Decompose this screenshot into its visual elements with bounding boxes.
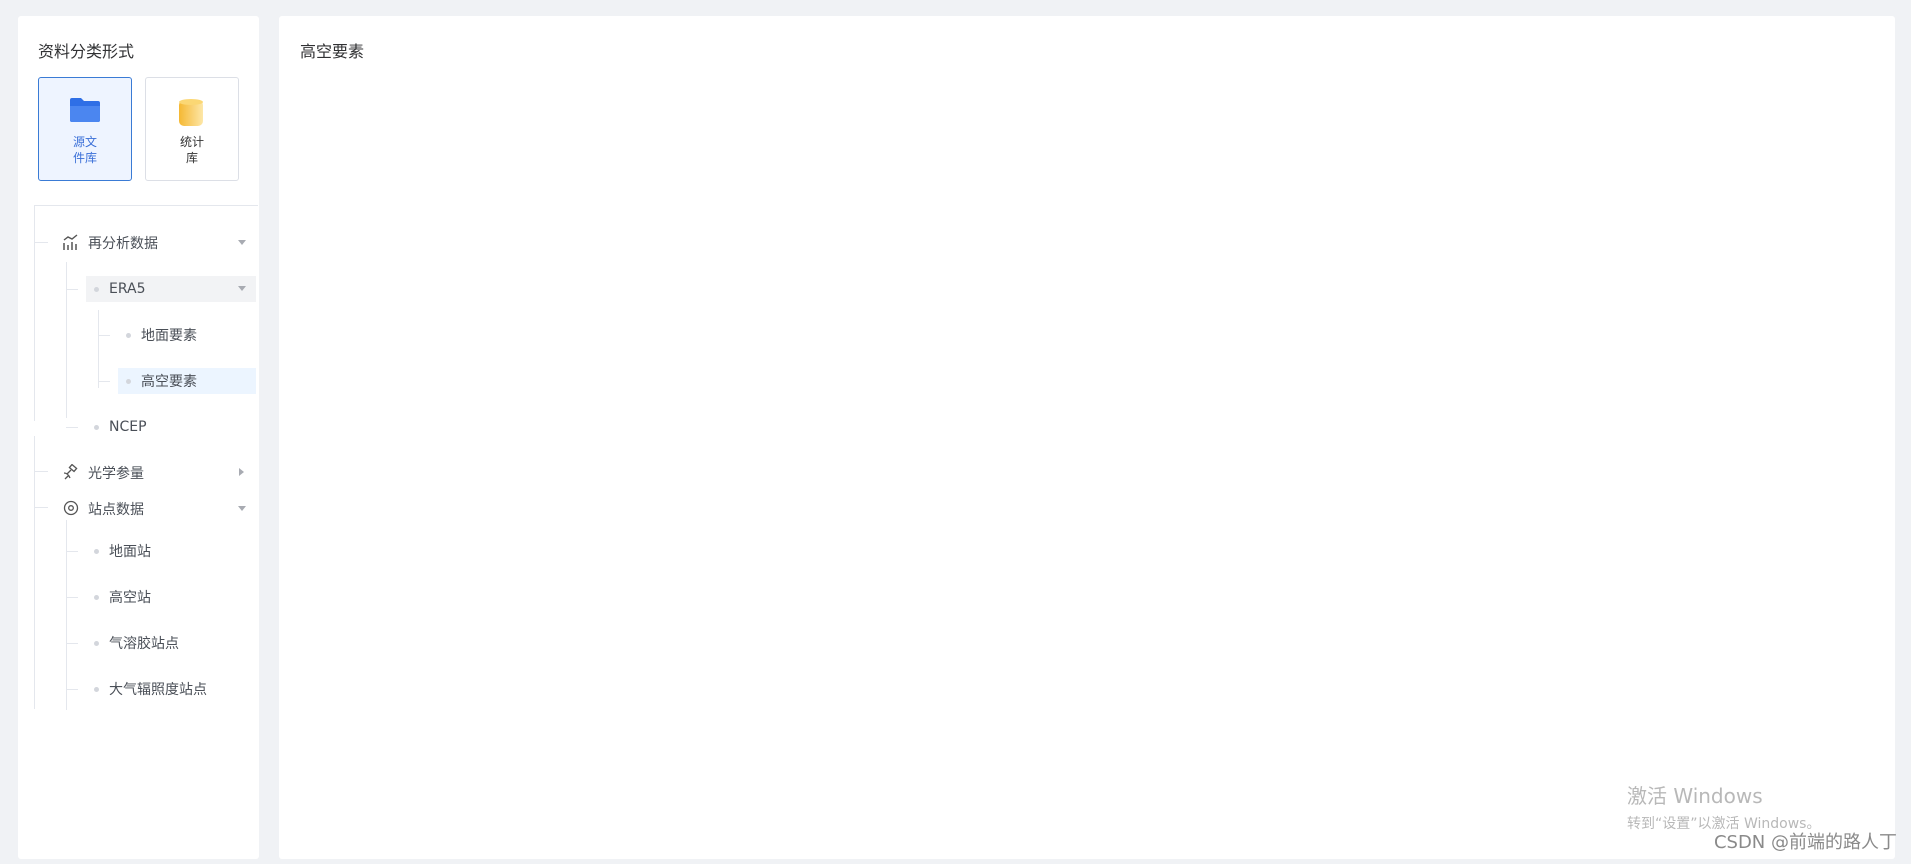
statistics-library-label: 统计 库 xyxy=(179,135,204,165)
tree-node-optical-parameters[interactable]: 光学参量 xyxy=(62,460,256,486)
tree-branch-line xyxy=(98,381,110,382)
sidebar: 资料分类形式 源文 件库 统计 库 再分析数据 ERA5 地面要素 高空要素 N… xyxy=(18,16,259,859)
sidebar-divider xyxy=(34,205,258,206)
tree-node-label: 再分析数据 xyxy=(88,236,158,252)
windows-activation-watermark: 激活 Windows 转到“设置”以激活 Windows。 xyxy=(1627,780,1820,833)
tree-node-label: 高空站 xyxy=(109,590,151,606)
tree-node-reanalysis[interactable]: 再分析数据 xyxy=(62,230,256,256)
tree-branch-line xyxy=(34,507,48,508)
tree-node-upper-air-elements[interactable]: 高空要素 xyxy=(118,368,256,394)
tree-node-label: ERA5 xyxy=(109,281,146,297)
dot-icon xyxy=(94,424,99,430)
tree-guide-line xyxy=(66,262,67,418)
caret-down-icon[interactable] xyxy=(238,286,246,291)
tree-branch-line xyxy=(66,597,78,598)
tree-node-label: 地面要素 xyxy=(141,328,197,344)
tree-node-ground-station[interactable]: 地面站 xyxy=(86,538,256,564)
sidebar-title: 资料分类形式 xyxy=(38,42,135,61)
tree-node-era5[interactable]: ERA5 xyxy=(86,276,256,302)
tree-node-station-data[interactable]: 站点数据 xyxy=(62,496,256,522)
tree-branch-line xyxy=(66,551,78,552)
dot-icon xyxy=(126,332,131,338)
tree-branch-line xyxy=(98,335,110,336)
tree-node-label: 气溶胶站点 xyxy=(109,636,179,652)
tree-node-label: NCEP xyxy=(109,419,147,435)
tree-node-label: 站点数据 xyxy=(88,502,144,518)
tree-branch-line xyxy=(34,471,48,472)
tree-guide-line xyxy=(98,310,99,388)
tree-guide-line xyxy=(66,520,67,710)
tree-node-label: 高空要素 xyxy=(141,374,197,390)
tree-branch-line xyxy=(34,242,48,243)
dot-icon xyxy=(94,548,99,554)
tree-branch-line xyxy=(66,427,78,428)
tree-node-surface-elements[interactable]: 地面要素 xyxy=(118,322,256,348)
tree-branch-line xyxy=(66,689,78,690)
tree-branch-line xyxy=(66,289,78,290)
page-title: 高空要素 xyxy=(300,42,365,61)
dot-icon xyxy=(126,378,131,384)
folder-icon xyxy=(70,98,100,122)
database-icon xyxy=(179,99,203,126)
chart-icon xyxy=(63,234,78,250)
caret-down-icon[interactable] xyxy=(238,506,246,511)
tree-node-radiance-station[interactable]: 大气辐照度站点 xyxy=(86,676,256,702)
csdn-watermark: CSDN @前端的路人丁 xyxy=(1713,832,1897,853)
caret-right-icon[interactable] xyxy=(239,468,244,476)
watermark-title: 激活 Windows xyxy=(1627,784,1763,808)
tree-guide-line xyxy=(34,436,35,709)
tree-node-upper-air-station[interactable]: 高空站 xyxy=(86,584,256,610)
tree-node-label: 大气辐照度站点 xyxy=(109,682,207,698)
location-icon xyxy=(63,500,79,516)
dot-icon xyxy=(94,640,99,646)
statistics-library-card[interactable]: 统计 库 xyxy=(145,77,239,181)
main-panel: 高空要素 xyxy=(279,16,1895,859)
tree-node-aerosol-station[interactable]: 气溶胶站点 xyxy=(86,630,256,656)
tree-node-ncep[interactable]: NCEP xyxy=(86,414,256,440)
tree-branch-line xyxy=(66,643,78,644)
tree-node-label: 光学参量 xyxy=(88,466,144,482)
caret-down-icon[interactable] xyxy=(238,240,246,245)
dot-icon xyxy=(94,286,99,292)
satellite-icon xyxy=(63,464,78,480)
source-file-library-card[interactable]: 源文 件库 xyxy=(38,77,132,181)
dot-icon xyxy=(94,594,99,600)
tree-node-label: 地面站 xyxy=(109,544,151,560)
source-file-library-label: 源文 件库 xyxy=(72,135,97,165)
tree-guide-line xyxy=(34,205,35,421)
dot-icon xyxy=(94,686,99,692)
